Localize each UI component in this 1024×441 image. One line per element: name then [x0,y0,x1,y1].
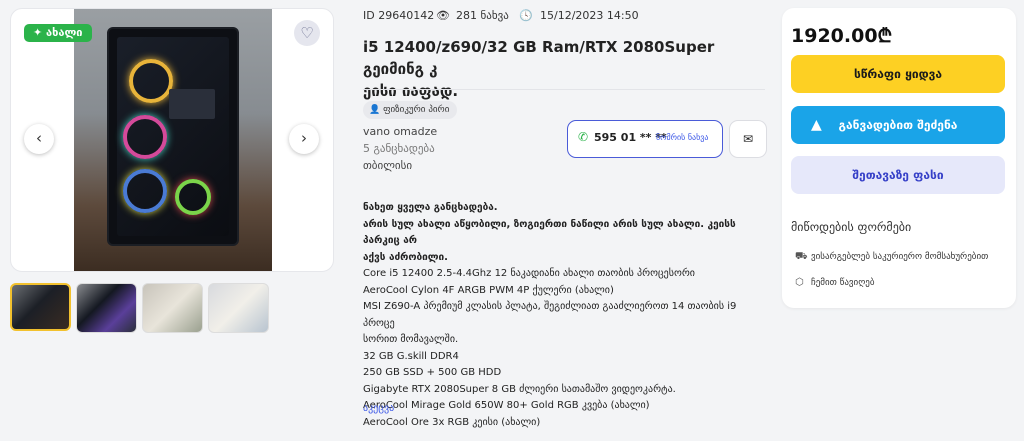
listing-id: ID 29640142 [363,9,435,22]
thumbnail[interactable] [10,283,71,331]
chevron-right-icon: › [301,129,307,147]
thumbnail[interactable] [142,283,203,333]
message-button[interactable]: ✉ [729,120,767,158]
buy-now-button[interactable]: სწრაფი ყიდვა [791,55,1005,93]
collapse-link[interactable]: აკეცვა [363,403,394,414]
seller-name[interactable]: vano omadze [363,125,437,138]
thumbnail[interactable] [208,283,269,333]
seller-ads-count[interactable]: 5 განცხადება [363,142,435,155]
pc-case-image [109,29,237,244]
photo-gallery [10,8,334,272]
description-line: MSI Z690-A პრემიუმ კლასის პლატა, შეგიძლი… [363,301,737,329]
delivery-option: ⬡ ჩემით წავიღებ [795,277,875,288]
price: 1920.00₾ [791,25,893,47]
thumbnail[interactable] [76,283,137,333]
phone-icon: ✆ [578,130,589,144]
description-line: AeroCool Cylon 4F ARGB PWM 4P ქულერი (ახ… [363,284,614,296]
description-line: Gigabyte RTX 2080Super 8 GB ძლიერი სათამ… [363,383,676,395]
description-line: 250 GB SSD + 500 GB HDD [363,367,502,378]
show-number-link[interactable]: ნომრის ნახვა [656,133,708,142]
delivery-option: ⛟ ვისარგებლებ საკურიერო მომსახურებით [795,251,989,262]
listing-title: i5 12400/z690/32 GB Ram/RTX 2080Super გე… [363,38,715,100]
views-count: 281 ნახვა [456,9,509,22]
description-line: 32 GB G.skill DDR4 [363,350,459,362]
truck-icon: ⛟ [795,251,808,262]
gallery-next-button[interactable]: › [289,124,319,154]
chevron-left-icon: ‹ [36,129,42,147]
gallery-prev-button[interactable]: ‹ [24,124,54,154]
divider [363,89,765,90]
description-line: AeroCool Mirage Gold 650W 80+ Gold RGB კ… [363,400,650,411]
installment-button[interactable]: ▲ განვადებით შეძენა [791,106,1005,144]
description-line: სორით მომავალში. [363,334,459,345]
handshake-icon: ⬡ [795,277,804,288]
clock-icon: 🕓 [519,9,533,22]
main-photo[interactable] [74,9,272,271]
envelope-icon: ✉ [742,132,754,146]
description: ნახეთ ყველა განცხადება. არის სულ ახალი ა… [363,200,763,431]
favorite-heart-icon[interactable]: ♡ [294,20,320,46]
phone-reveal-button[interactable]: ✆ 595 01 ** ** ნომრის ნახვა [567,120,723,158]
new-badge: ✦ ახალი [24,24,92,42]
description-line: ნახეთ ყველა განცხადება. [363,202,498,213]
description-line: Core i5 12400 2.5-4.4Ghz 12 ნაკადიანი ახ… [363,268,695,279]
user-icon: 👤 [369,105,381,115]
offer-price-button[interactable]: შეთავაზე ფასი [791,156,1005,194]
warning-triangle-icon: ▲ [811,117,822,133]
delivery-title: მიწოდების ფორმები [791,220,912,234]
description-line: აქვს აძრობილი. [363,251,448,263]
seller-city: თბილისი [363,159,413,172]
description-line: AeroCool Ore 3x RGB კეისი (ახალი) [363,416,541,428]
listing-date: 15/12/2023 14:50 [540,9,639,22]
description-line: არის სულ ახალი აწყობილი, ზოგიერთი ნაწილი… [363,218,736,247]
seller-type-badge: 👤 ფიზიკური პირი [363,101,458,119]
views-icon: 👁 [436,9,450,22]
